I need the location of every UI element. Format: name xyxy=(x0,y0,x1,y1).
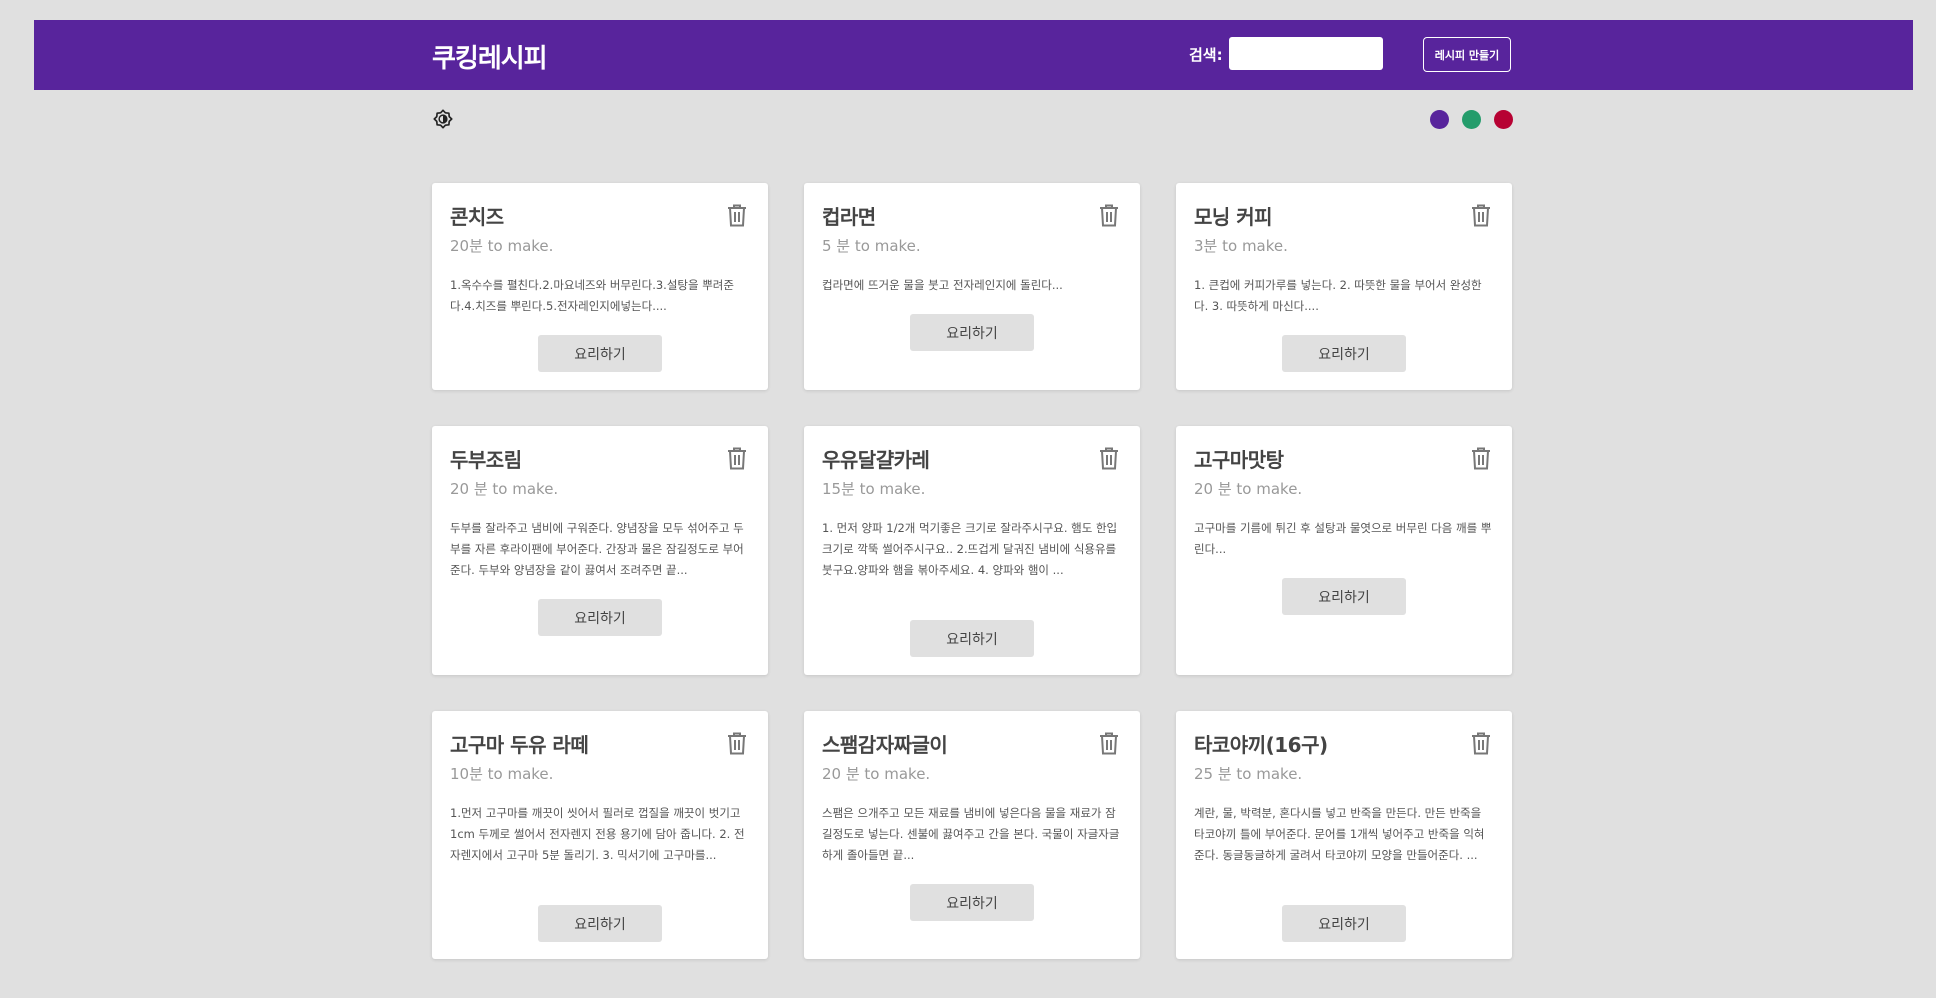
theme-color-purple[interactable] xyxy=(1430,110,1449,129)
search-label: 검색: xyxy=(1189,46,1223,64)
recipe-card[interactable]: 스팸감자짜글이 20 분 to make. 스팸은 으개주고 모든 재료를 냄비… xyxy=(804,711,1140,959)
cook-button[interactable]: 요리하기 xyxy=(538,905,662,942)
recipe-card[interactable]: 타코야끼(16구) 25 분 to make. 계란, 물, 박력분, 혼다시를… xyxy=(1176,711,1512,959)
recipe-title: 콘치즈 xyxy=(450,205,504,229)
cook-button[interactable]: 요리하기 xyxy=(910,620,1034,657)
recipe-card[interactable]: 컵라면 5 분 to make. 컵라면에 뜨거운 물을 붓고 전자레인지에 돌… xyxy=(804,183,1140,390)
recipe-title: 우유달걀카레 xyxy=(822,448,930,472)
recipe-title: 모닝 커피 xyxy=(1194,205,1273,229)
trash-icon[interactable] xyxy=(1098,731,1120,755)
recipe-method: 고구마를 기름에 튀긴 후 설탕과 물엿으로 버무린 다음 깨를 뿌린다... xyxy=(1194,521,1492,556)
recipe-method: 1. 먼저 양파 1/2개 먹기좋은 크기로 잘라주시구요. 햄도 한입 크기로… xyxy=(822,521,1118,577)
theme-toolbar xyxy=(432,108,1513,132)
theme-color-green[interactable] xyxy=(1462,110,1481,129)
recipe-title: 두부조림 xyxy=(450,448,522,472)
cook-button[interactable]: 요리하기 xyxy=(538,335,662,372)
trash-icon[interactable] xyxy=(726,446,748,470)
recipe-card[interactable]: 콘치즈 20분 to make. 1.옥수수를 펼친다.2.마요네즈와 버무린다… xyxy=(432,183,768,390)
recipe-cooking-time: 20분 to make. xyxy=(450,237,554,255)
trash-icon[interactable] xyxy=(726,203,748,227)
recipe-card[interactable]: 우유달걀카레 15분 to make. 1. 먼저 양파 1/2개 먹기좋은 크… xyxy=(804,426,1140,675)
recipe-method: 1.옥수수를 펼친다.2.마요네즈와 버무린다.3.설탕을 뿌려준다.4.치즈를… xyxy=(450,278,734,313)
cook-button[interactable]: 요리하기 xyxy=(1282,578,1406,615)
brand-logo[interactable]: 쿠킹레시피 xyxy=(432,38,548,75)
cook-button[interactable]: 요리하기 xyxy=(1282,905,1406,942)
trash-icon[interactable] xyxy=(1470,731,1492,755)
recipe-method: 1.먼저 고구마를 깨끗이 씻어서 필러로 껍질을 깨끗이 벗기고 1cm 두께… xyxy=(450,806,745,862)
recipe-cooking-time: 10분 to make. xyxy=(450,765,554,783)
recipe-cooking-time: 15분 to make. xyxy=(822,480,926,498)
recipe-method: 계란, 물, 박력분, 혼다시를 넣고 반죽을 만든다. 만든 반죽을 타코야끼… xyxy=(1194,806,1485,862)
recipe-cooking-time: 25 분 to make. xyxy=(1194,765,1303,783)
cook-button[interactable]: 요리하기 xyxy=(538,599,662,636)
recipe-method: 두부를 잘라주고 냄비에 구워준다. 양념장을 모두 섞어주고 두부를 자른 후… xyxy=(450,521,744,577)
search-input[interactable] xyxy=(1229,37,1383,70)
recipe-method: 스팸은 으개주고 모든 재료를 냄비에 넣은다음 물을 재료가 잠길정도로 넣는… xyxy=(822,806,1120,862)
recipe-title: 타코야끼(16구) xyxy=(1194,733,1328,757)
recipe-cooking-time: 20 분 to make. xyxy=(822,765,931,783)
trash-icon[interactable] xyxy=(1470,203,1492,227)
recipe-card[interactable]: 고구마맛탕 20 분 to make. 고구마를 기름에 튀긴 후 설탕과 물엿… xyxy=(1176,426,1512,675)
theme-color-red[interactable] xyxy=(1494,110,1513,129)
recipe-title: 컵라면 xyxy=(822,205,876,229)
cook-button[interactable]: 요리하기 xyxy=(910,884,1034,921)
recipe-method: 컵라면에 뜨거운 물을 붓고 전자레인지에 돌린다... xyxy=(822,278,1063,292)
brightness-mode-icon[interactable] xyxy=(432,108,454,130)
recipe-cooking-time: 5 분 to make. xyxy=(822,237,921,255)
recipe-cooking-time: 20 분 to make. xyxy=(450,480,559,498)
trash-icon[interactable] xyxy=(1098,446,1120,470)
trash-icon[interactable] xyxy=(1098,203,1120,227)
recipe-method: 1. 큰컵에 커피가루를 넣는다. 2. 따뜻한 물을 부어서 완성한다. 3.… xyxy=(1194,278,1482,313)
recipe-title: 고구마 두유 라떼 xyxy=(450,733,589,757)
recipe-card[interactable]: 고구마 두유 라떼 10분 to make. 1.먼저 고구마를 깨끗이 씻어서… xyxy=(432,711,768,959)
cook-button[interactable]: 요리하기 xyxy=(910,314,1034,351)
recipe-cooking-time: 20 분 to make. xyxy=(1194,480,1303,498)
recipe-card[interactable]: 두부조림 20 분 to make. 두부를 잘라주고 냄비에 구워준다. 양념… xyxy=(432,426,768,675)
recipe-cooking-time: 3분 to make. xyxy=(1194,237,1288,255)
recipe-title: 스팸감자짜글이 xyxy=(822,733,948,757)
create-recipe-button[interactable]: 레시피 만들기 xyxy=(1423,37,1511,72)
trash-icon[interactable] xyxy=(1470,446,1492,470)
recipe-title: 고구마맛탕 xyxy=(1194,448,1284,472)
cook-button[interactable]: 요리하기 xyxy=(1282,335,1406,372)
navbar: 쿠킹레시피 검색: 레시피 만들기 xyxy=(34,20,1913,90)
recipe-card[interactable]: 모닝 커피 3분 to make. 1. 큰컵에 커피가루를 넣는다. 2. 따… xyxy=(1176,183,1512,390)
trash-icon[interactable] xyxy=(726,731,748,755)
navbar-inner: 쿠킹레시피 검색: 레시피 만들기 xyxy=(432,20,1513,90)
